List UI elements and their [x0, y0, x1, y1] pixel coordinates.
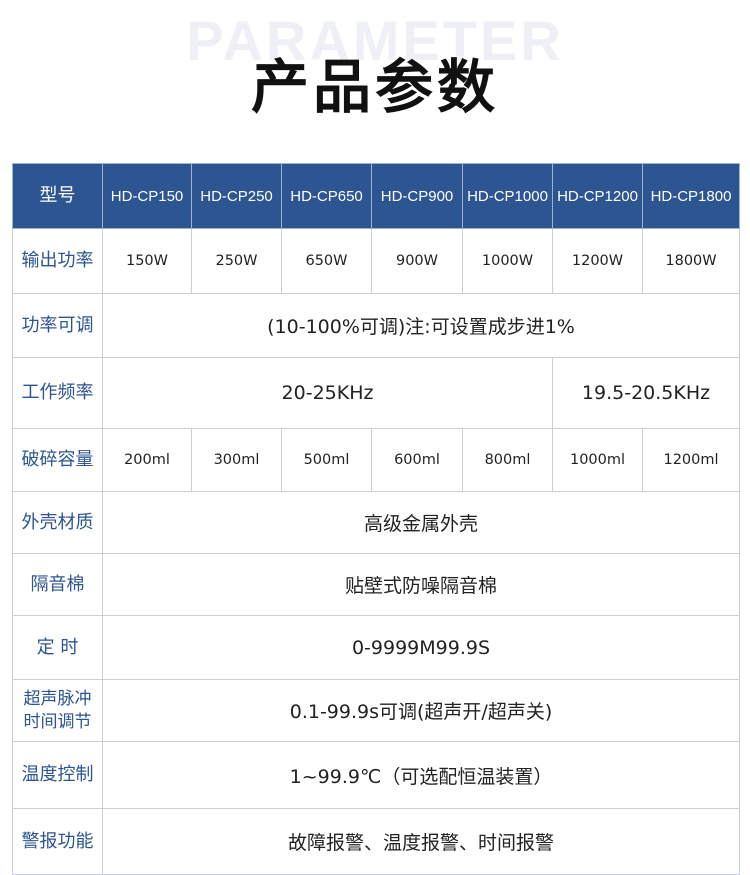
table-row-model: 型号 HD-CP150 HD-CP250 HD-CP650 HD-CP900 H…: [12, 163, 740, 229]
shell-value: 高级金属外壳: [102, 491, 740, 554]
power-cell: 150W: [102, 228, 192, 294]
table-row-shell: 外壳材质 高级金属外壳: [12, 491, 740, 554]
model-cell: HD-CP1800: [642, 163, 740, 229]
capacity-cell: 800ml: [462, 428, 553, 492]
adjust-value: (10-100%可调)注:可设置成步进1%: [102, 293, 740, 358]
row-label-capacity: 破碎容量: [12, 428, 103, 492]
model-cell: HD-CP1000: [462, 163, 553, 229]
table-row-alarm: 警报功能 故障报警、温度报警、时间报警: [12, 808, 740, 875]
model-cell: HD-CP1200: [552, 163, 643, 229]
pulse-label-line2: 时间调节: [23, 711, 92, 732]
row-label-adjust: 功率可调: [12, 293, 103, 358]
model-cell: HD-CP150: [102, 163, 192, 229]
power-cell: 650W: [281, 228, 372, 294]
table-row-capacity: 破碎容量 200ml 300ml 500ml 600ml 800ml 1000m…: [12, 428, 740, 492]
row-label-power: 输出功率: [12, 228, 103, 294]
parameter-table: 型号 HD-CP150 HD-CP250 HD-CP650 HD-CP900 H…: [12, 163, 740, 875]
row-label-shell: 外壳材质: [12, 491, 103, 554]
power-cell: 1000W: [462, 228, 553, 294]
table-row-temperature: 温度控制 1~99.9℃（可选配恒温装置）: [12, 741, 740, 809]
capacity-cell: 500ml: [281, 428, 372, 492]
row-label-alarm: 警报功能: [12, 808, 103, 875]
row-label-model: 型号: [12, 163, 103, 229]
capacity-cell: 300ml: [191, 428, 282, 492]
capacity-cell: 600ml: [371, 428, 463, 492]
power-cell: 1800W: [642, 228, 740, 294]
row-label-sound: 隔音棉: [12, 553, 103, 616]
capacity-cell: 1200ml: [642, 428, 740, 492]
table-row-pulse: 超声脉冲 时间调节 0.1-99.9s可调(超声开/超声关): [12, 679, 740, 742]
pulse-label-line1: 超声脉冲: [23, 688, 92, 709]
frequency-value-b: 19.5-20.5KHz: [552, 357, 740, 429]
power-cell: 250W: [191, 228, 282, 294]
row-label-pulse: 超声脉冲 时间调节: [12, 679, 103, 742]
table-row-sound: 隔音棉 贴壁式防噪隔音棉: [12, 553, 740, 616]
capacity-cell: 1000ml: [552, 428, 643, 492]
header: PARAMETER 产品参数: [0, 0, 750, 160]
pulse-value: 0.1-99.9s可调(超声开/超声关): [102, 679, 740, 742]
table-row-timer: 定 时 0-9999M99.9S: [12, 615, 740, 680]
power-cell: 1200W: [552, 228, 643, 294]
timer-value: 0-9999M99.9S: [102, 615, 740, 680]
sound-value: 贴壁式防噪隔音棉: [102, 553, 740, 616]
table-row-frequency: 工作频率 20-25KHz 19.5-20.5KHz: [12, 357, 740, 429]
model-cell: HD-CP250: [191, 163, 282, 229]
table-row-power: 输出功率 150W 250W 650W 900W 1000W 1200W 180…: [12, 228, 740, 294]
model-cell: HD-CP900: [371, 163, 463, 229]
alarm-value: 故障报警、温度报警、时间报警: [102, 808, 740, 875]
model-cell: HD-CP650: [281, 163, 372, 229]
row-label-frequency: 工作频率: [12, 357, 103, 429]
table-row-adjust: 功率可调 (10-100%可调)注:可设置成步进1%: [12, 293, 740, 358]
temperature-value: 1~99.9℃（可选配恒温装置）: [102, 741, 740, 809]
row-label-temperature: 温度控制: [12, 741, 103, 809]
capacity-cell: 200ml: [102, 428, 192, 492]
page-title: 产品参数: [250, 53, 499, 121]
frequency-value-a: 20-25KHz: [102, 357, 553, 429]
row-label-timer: 定 时: [12, 615, 103, 680]
power-cell: 900W: [371, 228, 463, 294]
